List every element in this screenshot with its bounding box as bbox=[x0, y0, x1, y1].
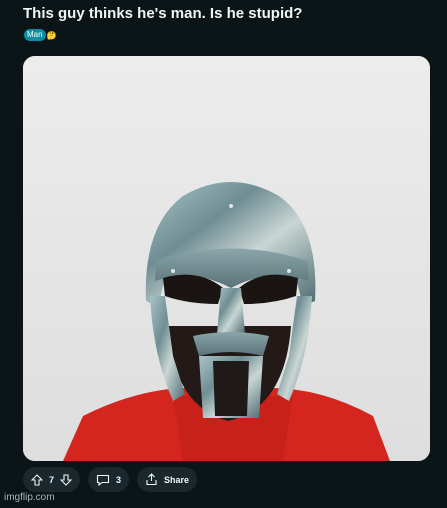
flair-label: Man bbox=[24, 29, 46, 41]
comments-button[interactable]: 3 bbox=[88, 467, 130, 492]
vote-control: 7 bbox=[23, 467, 81, 492]
share-icon bbox=[145, 473, 158, 486]
post-title[interactable]: This guy thinks he's man. Is he stupid? bbox=[23, 5, 302, 22]
share-button[interactable]: Share bbox=[137, 467, 198, 492]
comment-count: 3 bbox=[116, 474, 122, 485]
post-flair[interactable]: Man 🤔 bbox=[24, 29, 57, 41]
watermark: imgflip.com bbox=[4, 492, 55, 503]
post-actions: 7 3 Share bbox=[23, 467, 198, 492]
flair-emoji: 🤔 bbox=[46, 30, 57, 40]
share-label: Share bbox=[164, 474, 190, 485]
post-image[interactable] bbox=[23, 56, 430, 461]
comment-icon bbox=[96, 474, 110, 486]
upvote-icon[interactable] bbox=[31, 473, 43, 486]
vote-count: 7 bbox=[49, 474, 55, 485]
masked-man-photo bbox=[23, 56, 430, 461]
downvote-icon[interactable] bbox=[60, 473, 73, 486]
